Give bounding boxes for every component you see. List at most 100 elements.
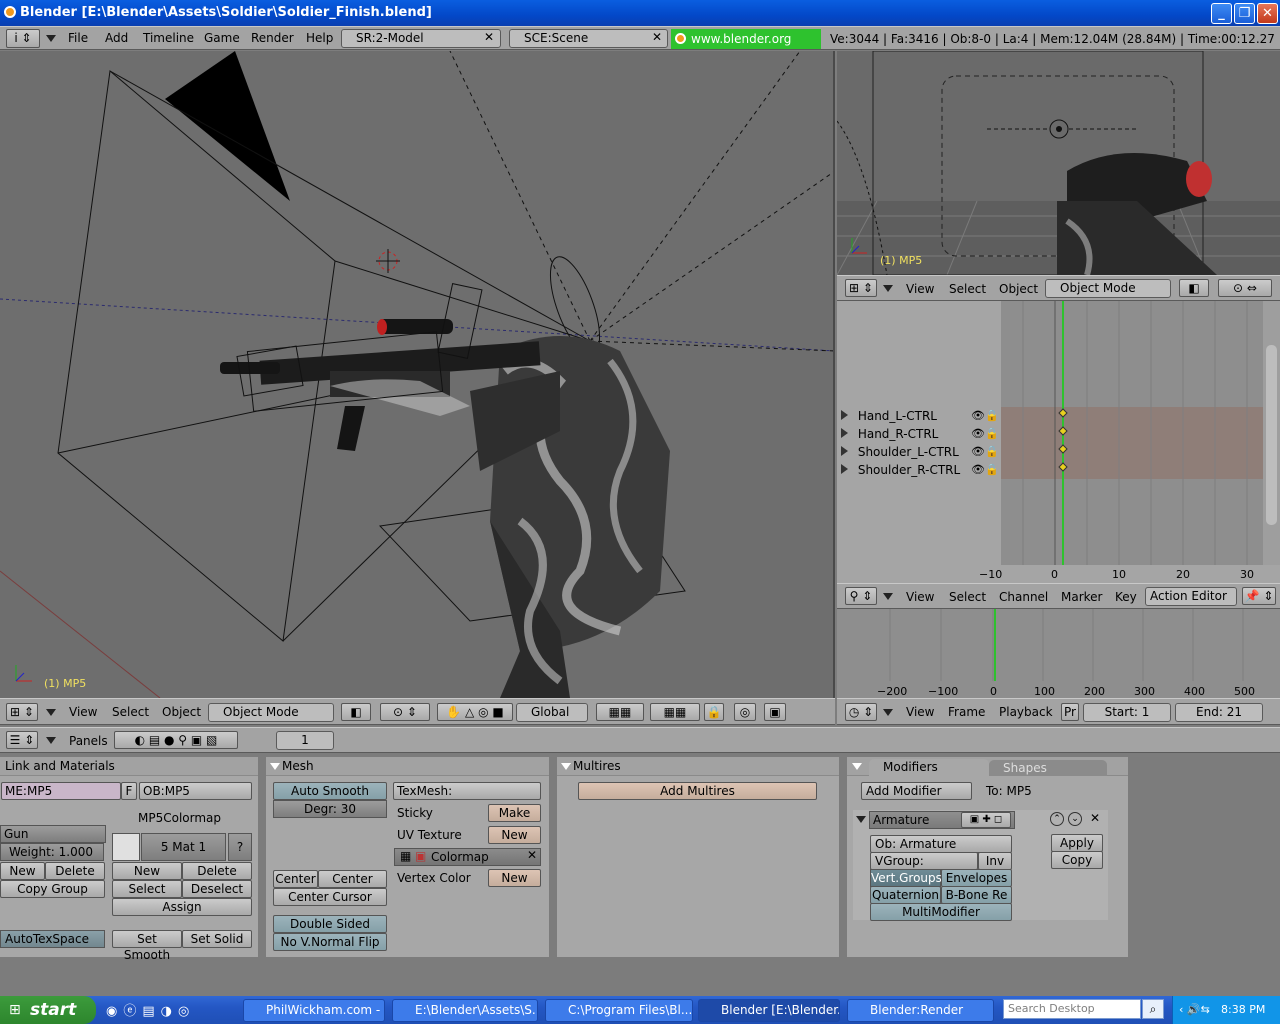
- maximize-icon[interactable]: ❐: [1234, 3, 1255, 24]
- material-select-button[interactable]: Select: [112, 880, 182, 898]
- mode-select-2[interactable]: Object Mode: [1045, 279, 1171, 298]
- modifier-display-icons[interactable]: ▣ ✚ ◻: [961, 812, 1011, 828]
- uv-layer-render-icon[interactable]: ▣: [415, 849, 426, 863]
- vgroup-new-button[interactable]: New: [0, 862, 45, 880]
- minimize-icon[interactable]: _: [1211, 3, 1232, 24]
- center-cursor-button[interactable]: Center Cursor: [273, 888, 387, 906]
- panels-menu[interactable]: Panels: [69, 734, 108, 748]
- pin-icon[interactable]: 📌 ⇕: [1242, 587, 1276, 605]
- channel-row[interactable]: Hand_L-CTRL: [841, 409, 937, 423]
- material-assign-button[interactable]: Assign: [112, 898, 252, 916]
- layer-buttons-b[interactable]: ▦▦: [650, 703, 700, 721]
- visibility-eye-icon[interactable]: 👁🔒: [971, 409, 999, 422]
- menu-object-2[interactable]: Object: [999, 282, 1038, 296]
- center-new-button[interactable]: Center New: [318, 870, 387, 902]
- weight-slider[interactable]: Weight: 1.000: [0, 843, 104, 861]
- vgroup-field[interactable]: VGroup:: [870, 852, 978, 870]
- auto-smooth-toggle[interactable]: Auto Smooth: [273, 782, 387, 800]
- menu-select-2[interactable]: Select: [949, 282, 986, 296]
- editor-type-3d-button[interactable]: ⊞ ⇕: [6, 703, 38, 721]
- editor-type-timeline-button[interactable]: ◷ ⇕: [845, 703, 877, 721]
- armature-object-field[interactable]: Ob: Armature: [870, 835, 1012, 853]
- menu-marker[interactable]: Marker: [1061, 590, 1102, 604]
- tray-icons[interactable]: ‹ 🔊⇆: [1179, 996, 1210, 1024]
- material-delete-button[interactable]: Delete: [182, 862, 252, 880]
- scene-select[interactable]: SCE:Scene: [509, 29, 668, 48]
- mode-select[interactable]: Object Mode: [208, 703, 334, 722]
- move-down-icon[interactable]: ⌄: [1068, 812, 1082, 826]
- editor-type-3d-button-2[interactable]: ⊞ ⇕: [845, 279, 877, 297]
- menu-render[interactable]: Render: [251, 31, 294, 45]
- menu-key[interactable]: Key: [1115, 590, 1137, 604]
- channel-row[interactable]: Shoulder_R-CTRL: [841, 463, 960, 477]
- degree-slider[interactable]: Degr: 30: [273, 800, 387, 818]
- task-chrome[interactable]: PhilWickham.com - ...: [243, 999, 385, 1022]
- add-modifier-button[interactable]: Add Modifier: [861, 782, 972, 800]
- task-blender[interactable]: Blender [E:\Blender...: [698, 999, 840, 1022]
- envelopes-toggle[interactable]: Envelopes: [941, 869, 1012, 887]
- apply-modifier-button[interactable]: Apply: [1051, 834, 1103, 852]
- material-deselect-button[interactable]: Deselect: [182, 880, 252, 898]
- double-sided-toggle[interactable]: Double Sided: [273, 915, 387, 933]
- collapse-menu-icon[interactable]: [883, 709, 893, 716]
- quick-launch-icons[interactable]: ◉ⓔ▤◑◎: [106, 1000, 230, 1020]
- set-smooth-button[interactable]: Set Smooth: [112, 930, 182, 962]
- menu-view-4[interactable]: View: [906, 705, 934, 719]
- panel-collapse-icon[interactable]: [852, 763, 862, 770]
- pivot-button-2[interactable]: ⊙ ⇔: [1218, 279, 1272, 297]
- render-icon[interactable]: ▣: [764, 703, 786, 721]
- screen-delete-icon[interactable]: ✕: [484, 30, 494, 44]
- context-buttons[interactable]: ◐ ▤ ● ⚲ ▣ ▧: [114, 731, 238, 749]
- fake-user-button[interactable]: F: [121, 782, 137, 800]
- collapse-menu-icon[interactable]: [46, 35, 56, 42]
- collapse-menu-icon[interactable]: [46, 737, 56, 744]
- editor-type-buttons-button[interactable]: ☰ ⇕: [6, 731, 38, 749]
- material-help-button[interactable]: ?: [228, 833, 252, 861]
- action-editor-mode-select[interactable]: Action Editor: [1145, 587, 1237, 606]
- material-index-field[interactable]: 5 Mat 1: [141, 833, 226, 861]
- menu-game[interactable]: Game: [204, 31, 240, 45]
- object-name-field[interactable]: OB:MP5: [139, 782, 252, 800]
- menu-select[interactable]: Select: [112, 705, 149, 719]
- screen-select[interactable]: SR:2-Model: [341, 29, 501, 48]
- tab-modifiers[interactable]: Modifiers: [869, 759, 989, 776]
- vert-groups-toggle[interactable]: Vert.Groups: [870, 869, 942, 887]
- scene-delete-icon[interactable]: ✕: [652, 30, 662, 44]
- blender-url-link[interactable]: www.blender.org 249.2: [671, 29, 821, 66]
- menu-channel[interactable]: Channel: [999, 590, 1048, 604]
- menu-view-3[interactable]: View: [906, 590, 934, 604]
- menu-object[interactable]: Object: [162, 705, 201, 719]
- copy-group-button[interactable]: Copy Group: [0, 880, 105, 898]
- quaternion-toggle[interactable]: Quaternion: [870, 886, 941, 904]
- vertex-group-field[interactable]: Gun: [0, 825, 106, 843]
- vgroup-delete-button[interactable]: Delete: [45, 862, 105, 880]
- panel-collapse-icon[interactable]: [270, 763, 280, 770]
- multimodifier-toggle[interactable]: MultiModifier: [870, 903, 1012, 921]
- menu-file[interactable]: File: [68, 31, 88, 45]
- tab-shapes[interactable]: Shapes: [989, 760, 1107, 776]
- copy-modifier-button[interactable]: Copy: [1051, 851, 1103, 869]
- menu-frame[interactable]: Frame: [948, 705, 985, 719]
- manipulator-buttons[interactable]: ✋ △ ◎ ■: [437, 703, 513, 721]
- visibility-eye-icon[interactable]: 👁🔒: [971, 427, 999, 440]
- opengl-render-icon[interactable]: ◎: [734, 703, 756, 721]
- lock-icon[interactable]: 🔒: [704, 703, 724, 721]
- menu-select-3[interactable]: Select: [949, 590, 986, 604]
- modifier-expand-icon[interactable]: [856, 816, 866, 823]
- center-button[interactable]: Center: [273, 870, 318, 888]
- mesh-name-field[interactable]: ME:MP5: [1, 782, 121, 800]
- uv-layer-grid-icon[interactable]: ▦: [400, 849, 411, 863]
- sticky-make-button[interactable]: Make: [488, 804, 541, 822]
- layer-buttons-a[interactable]: ▦▦: [596, 703, 644, 721]
- uv-texture-new-button[interactable]: New: [488, 826, 541, 844]
- search-icon[interactable]: ⌕: [1142, 999, 1164, 1019]
- task-explorer[interactable]: E:\Blender\Assets\S...: [392, 999, 538, 1022]
- preview-range-button[interactable]: Pr: [1061, 703, 1079, 721]
- visibility-eye-icon[interactable]: 👁🔒: [971, 445, 999, 458]
- timeline-area[interactable]: −200 −100 0 100 200 300 400 500: [837, 609, 1280, 698]
- draw-type-button-2[interactable]: ◧: [1179, 279, 1209, 297]
- editor-type-action-button[interactable]: ⚲ ⇕: [845, 587, 877, 605]
- menu-playback[interactable]: Playback: [999, 705, 1053, 719]
- orientation-select[interactable]: Global: [516, 703, 588, 722]
- close-icon[interactable]: ✕: [1257, 3, 1278, 24]
